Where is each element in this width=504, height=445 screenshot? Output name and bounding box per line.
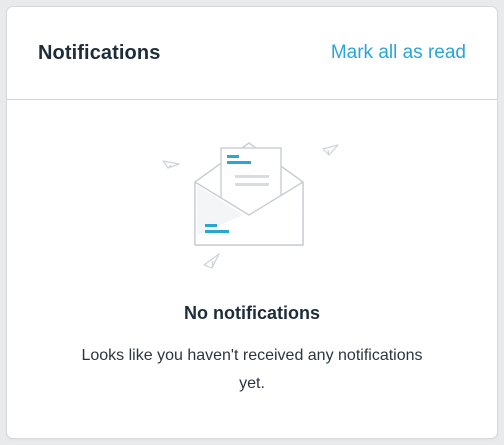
empty-state-message: Looks like you haven't received any noti… bbox=[81, 347, 423, 392]
open-envelope-icon bbox=[162, 142, 339, 269]
panel-header: Notifications Mark all as read bbox=[7, 7, 497, 100]
empty-state-title: No notifications bbox=[184, 303, 320, 323]
empty-state: No notifications Looks like you haven't … bbox=[7, 100, 497, 437]
mark-all-read-link[interactable]: Mark all as read bbox=[331, 42, 466, 64]
panel-title: Notifications bbox=[38, 41, 161, 64]
notifications-panel: Notifications Mark all as read No notifi… bbox=[7, 7, 497, 438]
